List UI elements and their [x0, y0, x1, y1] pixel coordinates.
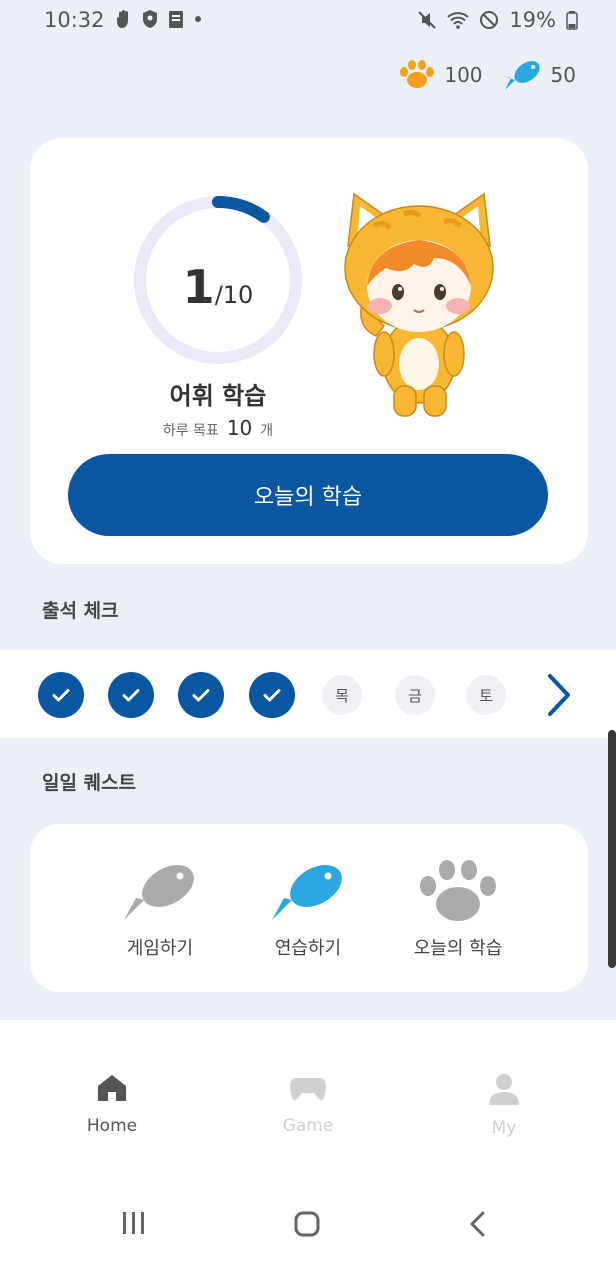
fish-icon: [502, 61, 540, 90]
attendance-day-thu: 목: [322, 675, 362, 715]
study-card: 1/10 어휘 학습 하루 목표 10 개 오늘의 학습: [30, 138, 588, 564]
nav-label: My: [491, 1118, 517, 1138]
nav-game[interactable]: Game: [248, 1072, 368, 1136]
nav-label: Home: [86, 1116, 138, 1136]
attendance-day-3: [178, 672, 224, 718]
check-icon: [263, 689, 281, 702]
goal-value: 10: [226, 416, 253, 440]
nav-label: Game: [282, 1116, 334, 1136]
nav-my[interactable]: My: [444, 1072, 564, 1138]
fish-icon: [120, 865, 194, 920]
status-right: 19%: [417, 8, 578, 32]
quest-title: 일일 퀘스트: [42, 772, 137, 794]
gamepad-icon: [290, 1078, 326, 1100]
do-not-disturb-icon: [480, 11, 499, 29]
check-icon: [52, 689, 70, 702]
fish-counter[interactable]: 50: [502, 58, 576, 92]
home-circle-icon[interactable]: [293, 1210, 321, 1238]
clipboard-icon: [169, 11, 183, 28]
paw-icon: [420, 860, 496, 921]
shield-icon: [143, 10, 157, 28]
check-icon: [122, 689, 140, 702]
battery-icon: [566, 11, 578, 30]
quest-label: 연습하기: [274, 938, 342, 959]
system-nav-bar: [0, 1180, 616, 1266]
mute-icon: [418, 11, 437, 29]
home-icon: [98, 1075, 126, 1101]
attendance-day-2: [108, 672, 154, 718]
quest-card: 게임하기 연습하기 오늘의 학습: [30, 824, 588, 992]
currency-bar: 100 50: [398, 58, 576, 92]
user-icon: [489, 1074, 519, 1105]
battery-text: 19%: [509, 8, 556, 32]
progress-current: 1: [182, 260, 215, 314]
attendance-title: 출석 체크: [42, 600, 119, 622]
attendance-day-4: [249, 672, 295, 718]
wifi-icon: [447, 12, 469, 29]
quest-today-study[interactable]: 오늘의 학습: [388, 860, 528, 960]
quest-game[interactable]: 게임하기: [90, 860, 230, 960]
goal-unit: 개: [260, 423, 274, 439]
status-left-icons: [116, 9, 202, 29]
fish-icon: [268, 865, 342, 920]
today-study-button[interactable]: 오늘의 학습: [68, 454, 548, 536]
dot-icon: [195, 16, 201, 22]
cat-mascot-illustration: [344, 192, 494, 417]
paw-icon: [400, 60, 435, 88]
status-bar: 10:32 19%: [0, 0, 616, 46]
study-title: 어휘 학습: [169, 382, 267, 410]
paw-counter[interactable]: 100: [398, 60, 483, 90]
quest-label: 게임하기: [126, 938, 194, 959]
check-icon: [192, 689, 210, 702]
daily-goal: 하루 목표 10 개: [128, 416, 308, 440]
hand-icon: [116, 10, 128, 28]
quest-label: 오늘의 학습: [413, 938, 503, 959]
nav-home[interactable]: Home: [52, 1072, 172, 1136]
recents-icon[interactable]: [120, 1210, 148, 1236]
attendance-strip: 목 금 토: [0, 650, 616, 738]
attendance-day-sat: 토: [466, 675, 506, 715]
scrollbar[interactable]: [608, 730, 616, 968]
status-time: 10:32: [44, 8, 105, 32]
bottom-nav: Home Game My: [0, 1020, 616, 1180]
chevron-right-icon[interactable]: [542, 670, 576, 720]
quest-practice[interactable]: 연습하기: [238, 860, 378, 960]
attendance-day-1: [38, 672, 84, 718]
progress-total: /10: [214, 281, 254, 309]
back-icon[interactable]: [468, 1210, 488, 1238]
paw-count: 100: [444, 63, 483, 87]
attendance-day-fri: 금: [395, 675, 435, 715]
goal-label: 하루 목표: [162, 423, 219, 439]
fish-count: 50: [550, 63, 576, 87]
progress-text: 1/10: [128, 260, 308, 314]
